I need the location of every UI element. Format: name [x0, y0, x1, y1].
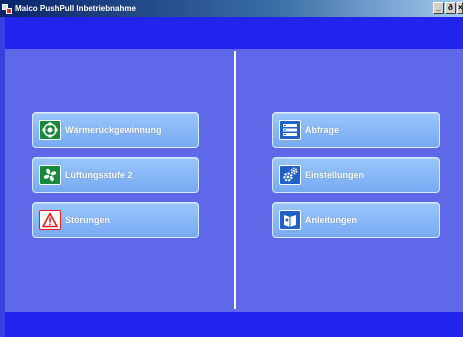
- heat-recovery-label: Wärmerückgewinnung: [65, 125, 162, 135]
- faults-button[interactable]: Störungen: [32, 202, 199, 238]
- window-titlebar[interactable]: Maico PushPull Inbetriebnahme _ ð ×: [0, 0, 463, 17]
- manuals-label: Anleitungen: [305, 215, 357, 225]
- warning-icon: [39, 210, 61, 230]
- window-controls: _ ð ×: [433, 2, 463, 14]
- gears-icon: [279, 165, 301, 185]
- panel-divider: [234, 51, 236, 309]
- heat-recovery-button[interactable]: Wärmerückgewinnung: [32, 112, 199, 148]
- header-band: [5, 17, 463, 49]
- window-title: Maico PushPull Inbetriebnahme: [15, 4, 136, 13]
- ventilation-level-button[interactable]: Lüftungsstufe 2: [32, 157, 199, 193]
- ventilation-level-label: Lüftungsstufe 2: [65, 170, 133, 180]
- manuals-button[interactable]: Anleitungen: [272, 202, 440, 238]
- settings-label: Einstellungen: [305, 170, 365, 180]
- heat-recovery-icon: [39, 120, 61, 140]
- app-icon: [2, 3, 12, 14]
- maximize-button[interactable]: ð: [445, 2, 456, 14]
- settings-button[interactable]: Einstellungen: [272, 157, 440, 193]
- fan-icon: [39, 165, 61, 185]
- query-button[interactable]: Abfrage: [272, 112, 440, 148]
- close-button[interactable]: ×: [457, 2, 463, 14]
- footer-band: [5, 312, 463, 337]
- list-icon: [279, 120, 301, 140]
- faults-label: Störungen: [65, 215, 110, 225]
- manual-icon: [279, 210, 301, 230]
- minimize-button[interactable]: _: [433, 2, 444, 14]
- query-label: Abfrage: [305, 125, 340, 135]
